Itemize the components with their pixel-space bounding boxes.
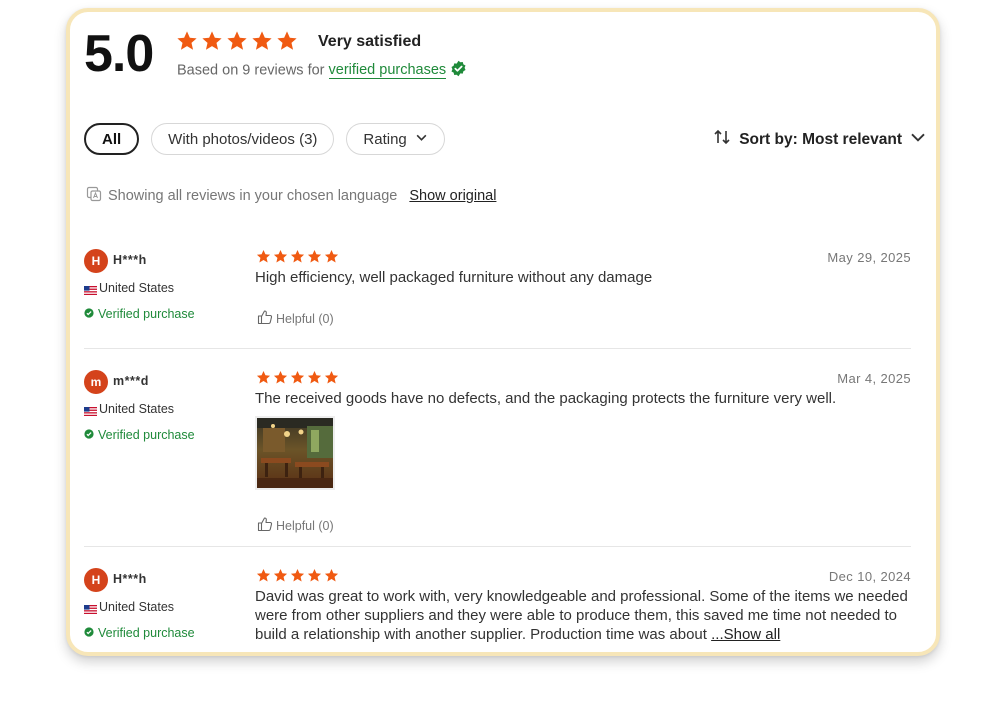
star-icon (324, 249, 339, 263)
thumbs-up-icon (257, 516, 273, 535)
based-on-text: Based on 9 reviews for verified purchases (177, 60, 467, 81)
review-date: Mar 4, 2025 (837, 371, 911, 386)
review-item: H H***h United States Verified purchase … (84, 568, 911, 652)
verified-label: Verified purchase (98, 307, 195, 321)
overall-score: 5.0 (84, 25, 154, 83)
country-label: United States (99, 402, 175, 416)
star-icon (277, 31, 297, 50)
star-icon (273, 568, 288, 582)
reviewer-country: United States (84, 600, 174, 614)
verified-check-icon (84, 626, 94, 640)
star-icon (290, 568, 305, 582)
overall-stars (176, 30, 298, 52)
helpful-button[interactable]: Helpful (0) (257, 516, 334, 535)
us-flag-icon (84, 603, 97, 614)
helpful-label: Helpful (0) (276, 311, 334, 326)
reviewer-name: m***d (113, 374, 149, 388)
chevron-down-icon (415, 131, 428, 148)
sort-label: Sort by: Most relevant (739, 130, 902, 148)
star-icon (177, 31, 197, 50)
review-text-body: David was great to work with, very knowl… (255, 588, 908, 643)
review-text: David was great to work with, very knowl… (255, 587, 911, 644)
helpful-button[interactable]: Helpful (0) (257, 309, 334, 328)
avatar: H (84, 249, 108, 273)
filter-with-photos[interactable]: With photos/videos (3) (151, 123, 335, 155)
star-icon (202, 31, 222, 50)
verified-badge-icon (450, 60, 467, 81)
verified-purchase: Verified purchase (84, 626, 195, 640)
divider (84, 348, 911, 349)
verified-label: Verified purchase (98, 428, 195, 442)
star-icon (256, 568, 271, 582)
review-item: m m***d United States Verified purchase … (84, 370, 911, 533)
verified-purchase: Verified purchase (84, 428, 195, 442)
star-icon (324, 370, 339, 384)
filter-rating-label: Rating (363, 130, 407, 148)
avatar: m (84, 370, 108, 394)
star-icon (252, 31, 272, 50)
avatar: H (84, 568, 108, 592)
star-icon (256, 249, 271, 263)
star-icon (307, 249, 322, 263)
sort-dropdown[interactable]: Sort by: Most relevant (713, 128, 926, 151)
reviews-card: 5.0 Very satisfied Based on 9 reviews fo… (66, 8, 940, 656)
star-icon (273, 249, 288, 263)
satisfaction-label: Very satisfied (318, 33, 422, 50)
review-stars (256, 370, 339, 385)
star-icon (273, 370, 288, 384)
filter-all[interactable]: All (84, 123, 140, 155)
show-all-link[interactable]: ...Show all (711, 626, 780, 643)
review-text: High efficiency, well packaged furniture… (255, 269, 653, 286)
reviewer-country: United States (84, 281, 174, 295)
star-icon (324, 568, 339, 582)
review-text: The received goods have no defects, and … (255, 390, 837, 407)
star-icon (307, 370, 322, 384)
language-notice-text: Showing all reviews in your chosen langu… (108, 188, 398, 204)
us-flag-icon (84, 405, 97, 416)
verified-check-icon (84, 428, 94, 442)
filter-bar: All With photos/videos (3) Rating (84, 123, 445, 155)
divider (84, 546, 911, 547)
restaurant-interior-image (257, 418, 333, 488)
sort-icon (713, 128, 731, 151)
review-stars (256, 568, 339, 583)
reviewer-name: H***h (113, 572, 147, 586)
review-date: Dec 10, 2024 (828, 569, 911, 584)
thumbs-up-icon (257, 309, 273, 328)
helpful-label: Helpful (0) (276, 518, 334, 533)
review-item: H H***h United States Verified purchase … (84, 249, 911, 329)
filter-rating[interactable]: Rating (346, 123, 445, 155)
reviewer-name: H***h (113, 253, 147, 267)
star-icon (256, 370, 271, 384)
verified-purchases-link[interactable]: verified purchases (328, 62, 447, 80)
show-original-link[interactable]: Show original (409, 188, 496, 204)
star-icon (227, 31, 247, 50)
verified-check-icon (84, 307, 94, 321)
review-date: May 29, 2025 (827, 250, 911, 265)
star-icon (307, 568, 322, 582)
based-on-label: Based on 9 reviews for (177, 62, 325, 79)
translate-icon (86, 186, 102, 206)
country-label: United States (99, 281, 175, 295)
verified-label: Verified purchase (98, 626, 195, 640)
chevron-down-icon (910, 129, 926, 150)
verified-purchase: Verified purchase (84, 307, 195, 321)
us-flag-icon (84, 284, 97, 295)
review-stars (256, 249, 339, 264)
star-icon (290, 370, 305, 384)
reviewer-country: United States (84, 402, 174, 416)
review-photo[interactable] (255, 416, 335, 490)
country-label: United States (99, 600, 175, 614)
star-icon (290, 249, 305, 263)
language-notice: Showing all reviews in your chosen langu… (86, 186, 496, 206)
